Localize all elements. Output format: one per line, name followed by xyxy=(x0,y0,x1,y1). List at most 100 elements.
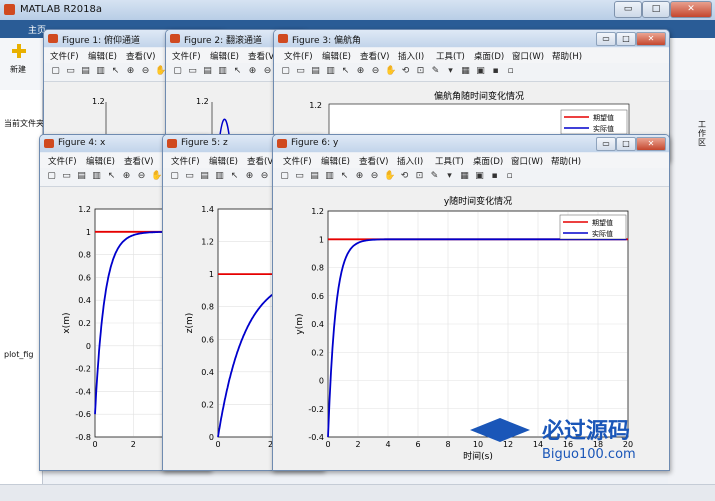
toolbar-6-icon[interactable]: ⊖ xyxy=(262,66,273,77)
toolbar-2-icon[interactable]: ▤ xyxy=(80,66,91,77)
menu-insert[interactable]: 插入(I) xyxy=(398,50,424,62)
toolbar-6-icon[interactable]: ⊖ xyxy=(370,66,381,77)
menu-desktop[interactable]: 桌面(D) xyxy=(473,155,503,167)
toolbar-5-icon[interactable]: ⊕ xyxy=(247,66,258,77)
figure-close-button[interactable]: ✕ xyxy=(636,137,666,151)
menu-view[interactable]: 查看(V) xyxy=(359,155,388,167)
menu-view[interactable]: 查看(V) xyxy=(360,50,389,62)
toolbar-4-icon[interactable]: ↖ xyxy=(232,66,243,77)
menu-insert[interactable]: 插入(I) xyxy=(397,155,423,167)
toolbar-11-icon[interactable]: ▾ xyxy=(444,171,455,182)
figure-close-button[interactable]: ✕ xyxy=(636,32,666,46)
toolbar-8-icon[interactable]: ⟲ xyxy=(400,66,411,77)
toolbar-5-icon[interactable]: ⊕ xyxy=(355,66,366,77)
toolbar-5-icon[interactable]: ⊕ xyxy=(244,171,255,182)
toolbar-4-icon[interactable]: ↖ xyxy=(339,171,350,182)
toolbar-11-icon[interactable]: ▾ xyxy=(445,66,456,77)
toolbar-6-icon[interactable]: ⊖ xyxy=(369,171,380,182)
toolbar-6-icon[interactable]: ⊖ xyxy=(140,66,151,77)
toolbar-2-icon[interactable]: ▤ xyxy=(199,171,210,182)
figure-minimize-button[interactable]: ▭ xyxy=(596,32,616,46)
maximize-button[interactable]: □ xyxy=(642,1,670,18)
menu-tools[interactable]: 工具(T) xyxy=(436,50,465,62)
menu-window[interactable]: 窗口(W) xyxy=(511,155,543,167)
toolbar-3-icon[interactable]: ▥ xyxy=(324,171,335,182)
menu-view[interactable]: 查看(V) xyxy=(124,155,153,167)
toolbar-12-icon[interactable]: ▦ xyxy=(459,171,470,182)
menu-file[interactable]: 文件(F) xyxy=(50,50,79,62)
toolbar-0-icon[interactable]: ▢ xyxy=(46,171,57,182)
toolbar-9-icon[interactable]: ⊡ xyxy=(415,66,426,77)
toolbar-8-icon[interactable]: ⟲ xyxy=(399,171,410,182)
toolbar-7-icon[interactable]: ✋ xyxy=(385,66,396,77)
toolbar-3-icon[interactable]: ▥ xyxy=(325,66,336,77)
toolbar-10-icon[interactable]: ✎ xyxy=(430,66,441,77)
toolbar-1-icon[interactable]: ▭ xyxy=(65,66,76,77)
menu-edit[interactable]: 编辑(E) xyxy=(88,50,117,62)
toolbar-12-icon[interactable]: ▦ xyxy=(460,66,471,77)
toolbar-2-icon[interactable]: ▤ xyxy=(76,171,87,182)
minimize-button[interactable]: ▭ xyxy=(614,1,642,18)
toolbar-1-icon[interactable]: ▭ xyxy=(184,171,195,182)
toolbar-10-icon[interactable]: ✎ xyxy=(429,171,440,182)
toolbar-14-icon[interactable]: ▪ xyxy=(490,66,501,77)
figure-minimize-button[interactable]: ▭ xyxy=(596,137,616,151)
new-button-label[interactable]: 新建 xyxy=(10,64,26,75)
toolbar-4-icon[interactable]: ↖ xyxy=(340,66,351,77)
menu-tools[interactable]: 工具(T) xyxy=(435,155,464,167)
menu-edit[interactable]: 编辑(E) xyxy=(209,155,238,167)
menu-edit[interactable]: 编辑(E) xyxy=(86,155,115,167)
toolbar-0-icon[interactable]: ▢ xyxy=(279,171,290,182)
toolbar-7-icon[interactable]: ✋ xyxy=(384,171,395,182)
figure-maximize-button[interactable]: □ xyxy=(616,32,636,46)
toolbar-15-icon[interactable]: ▫ xyxy=(505,66,516,77)
toolbar-7-icon[interactable]: ✋ xyxy=(151,171,162,182)
toolbar-2-icon[interactable]: ▤ xyxy=(202,66,213,77)
toolbar-6-icon[interactable]: ⊖ xyxy=(259,171,270,182)
menu-edit[interactable]: 编辑(E) xyxy=(210,50,239,62)
menu-file[interactable]: 文件(F) xyxy=(284,50,313,62)
toolbar-1-icon[interactable]: ▭ xyxy=(295,66,306,77)
toolbar-3-icon[interactable]: ▥ xyxy=(95,66,106,77)
toolbar-3-icon[interactable]: ▥ xyxy=(91,171,102,182)
toolbar-2-icon[interactable]: ▤ xyxy=(310,66,321,77)
menu-window[interactable]: 窗口(W) xyxy=(512,50,544,62)
toolbar-3-icon[interactable]: ▥ xyxy=(214,171,225,182)
toolbar-5-icon[interactable]: ⊕ xyxy=(125,66,136,77)
toolbar-0-icon[interactable]: ▢ xyxy=(280,66,291,77)
menu-edit[interactable]: 编辑(E) xyxy=(322,50,351,62)
figure-title-bar: Figure 3: 偏航角 ▭ □ ✕ xyxy=(274,30,669,47)
toolbar-15-icon[interactable]: ▫ xyxy=(504,171,515,182)
toolbar-0-icon[interactable]: ▢ xyxy=(50,66,61,77)
menu-desktop[interactable]: 桌面(D) xyxy=(474,50,504,62)
toolbar-5-icon[interactable]: ⊕ xyxy=(121,171,132,182)
close-button[interactable]: ✕ xyxy=(670,1,712,18)
toolbar-2-icon[interactable]: ▤ xyxy=(309,171,320,182)
toolbar-5-icon[interactable]: ⊕ xyxy=(354,171,365,182)
toolbar-4-icon[interactable]: ↖ xyxy=(110,66,121,77)
toolbar-0-icon[interactable]: ▢ xyxy=(169,171,180,182)
toolbar-9-icon[interactable]: ⊡ xyxy=(414,171,425,182)
toolbar-13-icon[interactable]: ▣ xyxy=(474,171,485,182)
toolbar-14-icon[interactable]: ▪ xyxy=(489,171,500,182)
toolbar-1-icon[interactable]: ▭ xyxy=(294,171,305,182)
menu-file[interactable]: 文件(F) xyxy=(48,155,77,167)
menu-edit[interactable]: 编辑(E) xyxy=(321,155,350,167)
toolbar-1-icon[interactable]: ▭ xyxy=(61,171,72,182)
menu-help[interactable]: 帮助(H) xyxy=(551,155,581,167)
menu-file[interactable]: 文件(F) xyxy=(172,50,201,62)
toolbar-3-icon[interactable]: ▥ xyxy=(217,66,228,77)
figure-maximize-button[interactable]: □ xyxy=(616,137,636,151)
workspace-tab[interactable]: 工作区 xyxy=(698,120,708,147)
menu-view[interactable]: 查看(V) xyxy=(126,50,155,62)
toolbar-4-icon[interactable]: ↖ xyxy=(106,171,117,182)
toolbar-0-icon[interactable]: ▢ xyxy=(172,66,183,77)
toolbar-6-icon[interactable]: ⊖ xyxy=(136,171,147,182)
toolbar-13-icon[interactable]: ▣ xyxy=(475,66,486,77)
toolbar-4-icon[interactable]: ↖ xyxy=(229,171,240,182)
new-plus-icon[interactable] xyxy=(12,44,26,58)
menu-file[interactable]: 文件(F) xyxy=(171,155,200,167)
menu-help[interactable]: 帮助(H) xyxy=(552,50,582,62)
menu-file[interactable]: 文件(F) xyxy=(283,155,312,167)
toolbar-1-icon[interactable]: ▭ xyxy=(187,66,198,77)
